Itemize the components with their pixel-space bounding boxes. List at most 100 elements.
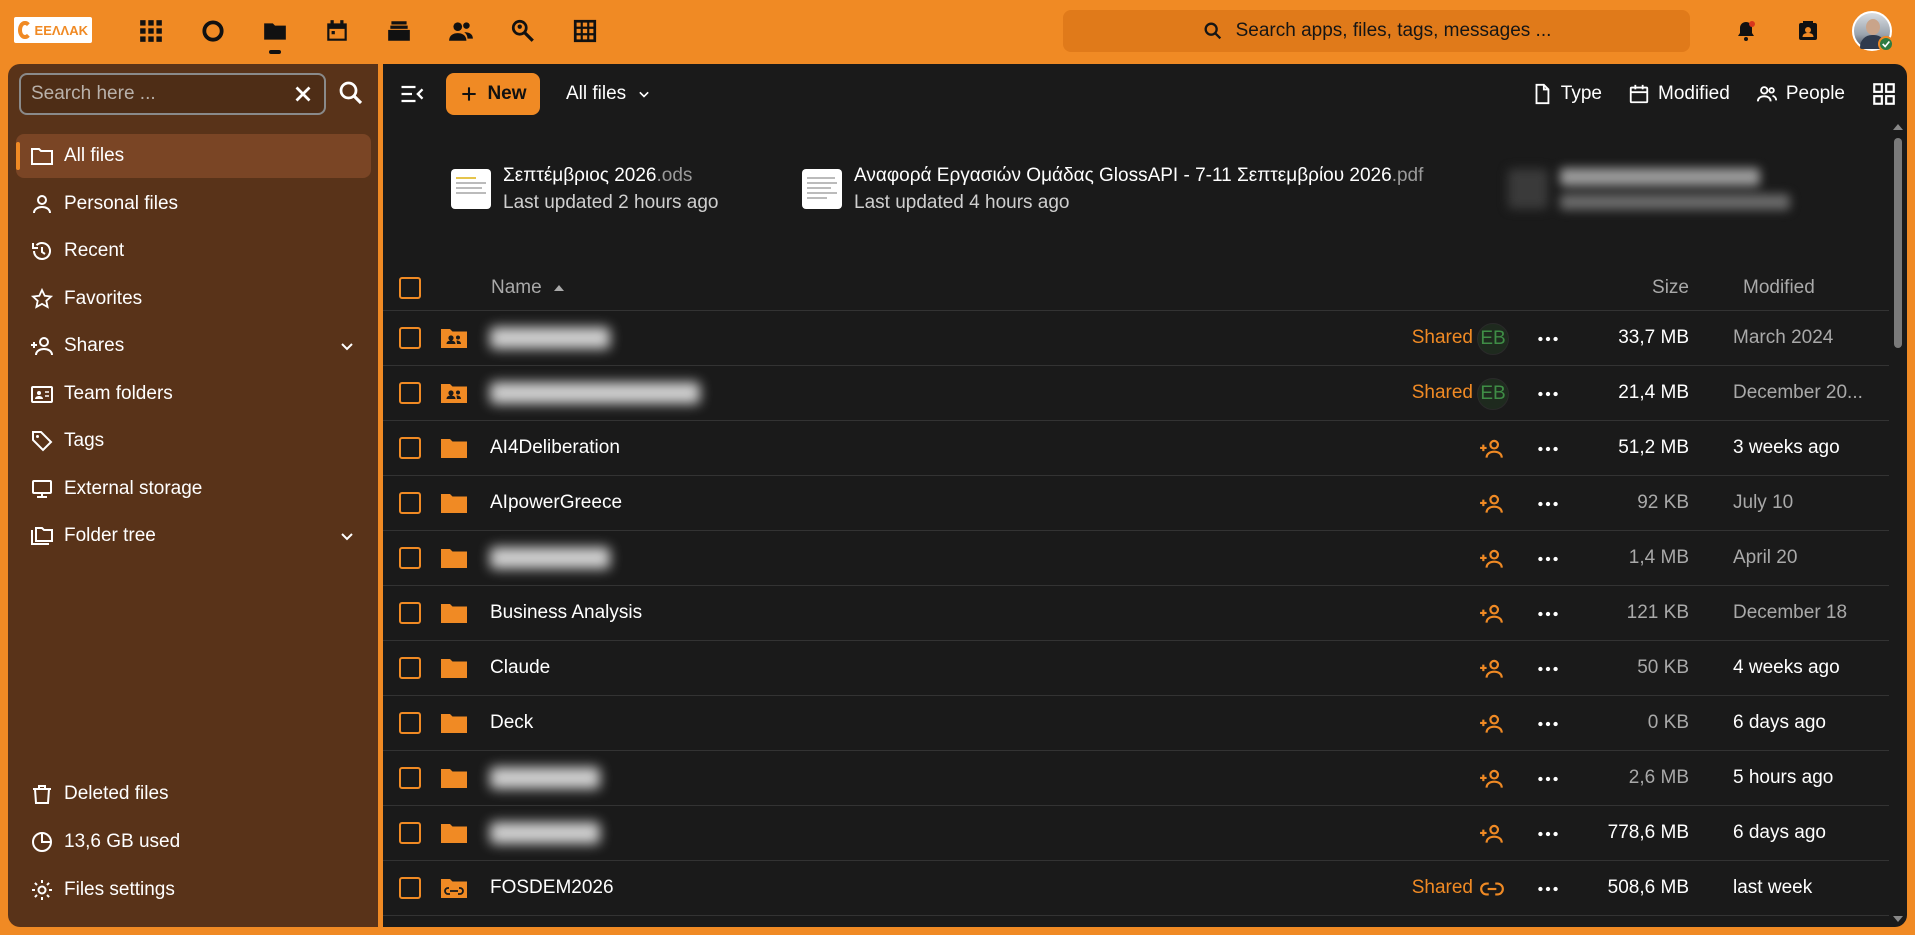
more-actions-icon[interactable] — [1535, 326, 1561, 352]
table-row[interactable]: Shared EB 21,4 MB December 20... — [383, 366, 1889, 421]
new-button[interactable]: New — [446, 73, 540, 115]
file-name-redacted[interactable] — [490, 547, 610, 569]
sidebar-item-files-settings[interactable]: Files settings — [16, 867, 371, 913]
sidebar-item-deleted-files[interactable]: Deleted files — [16, 771, 371, 817]
chevron-down-icon[interactable] — [335, 524, 359, 548]
shared-label[interactable]: Shared — [1412, 877, 1473, 899]
file-name-redacted[interactable] — [490, 327, 610, 349]
add-share-icon[interactable] — [1479, 711, 1505, 737]
more-actions-icon[interactable] — [1535, 711, 1561, 737]
shared-label[interactable]: Shared — [1412, 327, 1473, 349]
shared-label[interactable]: Shared — [1412, 382, 1473, 404]
row-checkbox[interactable] — [399, 437, 421, 459]
user-avatar[interactable] — [1852, 11, 1894, 52]
storage-quota[interactable]: 13,6 GB used — [16, 819, 371, 865]
row-checkbox[interactable] — [399, 712, 421, 734]
file-name[interactable]: FOSDEM2026 — [490, 877, 614, 899]
recent-file-card-redacted[interactable] — [1508, 159, 1790, 219]
sidebar-item-external-storage[interactable]: External storage — [16, 467, 371, 511]
scrollbar[interactable] — [1893, 124, 1903, 922]
file-name[interactable]: AIpowerGreece — [490, 492, 622, 514]
breadcrumb[interactable]: All files — [566, 73, 654, 115]
add-share-icon[interactable] — [1479, 491, 1505, 517]
app-contacts[interactable] — [430, 0, 492, 62]
row-checkbox[interactable] — [399, 492, 421, 514]
more-actions-icon[interactable] — [1535, 656, 1561, 682]
share-avatar[interactable]: EB — [1477, 378, 1509, 410]
share-avatar[interactable]: EB — [1477, 323, 1509, 355]
table-row[interactable]: 1,4 MB April 20 — [383, 531, 1889, 586]
app-files[interactable] — [244, 0, 306, 62]
row-checkbox[interactable] — [399, 877, 421, 899]
sidebar-item-personal-files[interactable]: Personal files — [16, 182, 371, 226]
more-actions-icon[interactable] — [1535, 436, 1561, 462]
table-row[interactable]: 2,6 MB 5 hours ago — [383, 751, 1889, 806]
table-row[interactable]: Deck 0 KB 6 days ago — [383, 696, 1889, 751]
filter-people[interactable]: People — [1756, 83, 1845, 105]
recent-file-card[interactable]: Αναφορά Εργασιών Ομάδας GlossAPI - 7-11 … — [802, 159, 1423, 219]
table-row[interactable]: 778,6 MB 6 days ago — [383, 806, 1889, 861]
more-actions-icon[interactable] — [1535, 601, 1561, 627]
app-dashboard[interactable] — [120, 0, 182, 62]
add-share-icon[interactable] — [1479, 766, 1505, 792]
app-calendar[interactable] — [306, 0, 368, 62]
sidebar-item-shares[interactable]: Shares — [16, 324, 371, 368]
file-name-redacted[interactable] — [490, 767, 600, 789]
app-tables[interactable] — [554, 0, 616, 62]
row-checkbox[interactable] — [399, 822, 421, 844]
add-share-icon[interactable] — [1479, 821, 1505, 847]
add-share-icon[interactable] — [1479, 436, 1505, 462]
add-share-icon[interactable] — [1479, 601, 1505, 627]
brand-logo[interactable]: ΕΕΛΛΑΚ — [14, 17, 92, 43]
file-name[interactable]: AI4Deliberation — [490, 437, 620, 459]
recent-file-card[interactable]: Σεπτέμβριος 2026.ods Last updated 2 hour… — [451, 159, 719, 219]
file-name-redacted[interactable] — [490, 382, 700, 404]
row-checkbox[interactable] — [399, 327, 421, 349]
scrollbar-thumb[interactable] — [1894, 138, 1902, 348]
notifications-button[interactable] — [1731, 16, 1761, 46]
row-checkbox[interactable] — [399, 547, 421, 569]
file-name[interactable]: Claude — [490, 657, 550, 679]
toggle-sidebar-icon[interactable] — [398, 80, 426, 108]
more-actions-icon[interactable] — [1535, 821, 1561, 847]
column-size-header[interactable]: Size — [1652, 277, 1689, 299]
filter-modified[interactable]: Modified — [1628, 83, 1730, 105]
row-checkbox[interactable] — [399, 602, 421, 624]
sidebar-item-team-folders[interactable]: Team folders — [16, 372, 371, 416]
app-deck[interactable] — [368, 0, 430, 62]
sidebar-item-favorites[interactable]: Favorites — [16, 277, 371, 321]
table-row[interactable]: AI4Deliberation 51,2 MB 3 weeks ago — [383, 421, 1889, 476]
scroll-down-icon[interactable] — [1893, 916, 1903, 922]
table-row[interactable]: Shared EB 33,7 MB March 2024 — [383, 311, 1889, 366]
sidebar-search-input[interactable]: Search here ... — [19, 73, 326, 115]
more-actions-icon[interactable] — [1535, 766, 1561, 792]
row-checkbox[interactable] — [399, 657, 421, 679]
more-actions-icon[interactable] — [1535, 546, 1561, 572]
scroll-up-icon[interactable] — [1893, 124, 1903, 130]
sidebar-item-tags[interactable]: Tags — [16, 419, 371, 463]
grid-view-icon[interactable] — [1871, 81, 1897, 107]
chevron-down-icon[interactable] — [335, 334, 359, 358]
more-actions-icon[interactable] — [1535, 381, 1561, 407]
more-actions-icon[interactable] — [1535, 491, 1561, 517]
contacts-menu-button[interactable] — [1793, 16, 1823, 46]
sidebar-item-all-files[interactable]: All files — [16, 134, 371, 178]
file-name[interactable]: Deck — [490, 712, 533, 734]
filter-type[interactable]: Type — [1531, 83, 1602, 105]
column-name-header[interactable]: Name — [491, 277, 566, 299]
app-search-people[interactable] — [492, 0, 554, 62]
more-actions-icon[interactable] — [1535, 876, 1561, 902]
search-icon[interactable] — [336, 78, 366, 108]
row-checkbox[interactable] — [399, 382, 421, 404]
row-checkbox[interactable] — [399, 767, 421, 789]
table-row[interactable]: Business Analysis 121 KB December 18 — [383, 586, 1889, 641]
link-icon[interactable] — [1479, 876, 1505, 902]
select-all-checkbox[interactable] — [399, 277, 421, 299]
table-row[interactable]: Claude 50 KB 4 weeks ago — [383, 641, 1889, 696]
sidebar-item-folder-tree[interactable]: Folder tree — [16, 514, 371, 558]
close-icon[interactable] — [290, 81, 316, 107]
column-modified-header[interactable]: Modified — [1743, 277, 1815, 299]
file-name-redacted[interactable] — [490, 822, 600, 844]
table-row[interactable]: AIpowerGreece 92 KB July 10 — [383, 476, 1889, 531]
app-circles[interactable] — [182, 0, 244, 62]
